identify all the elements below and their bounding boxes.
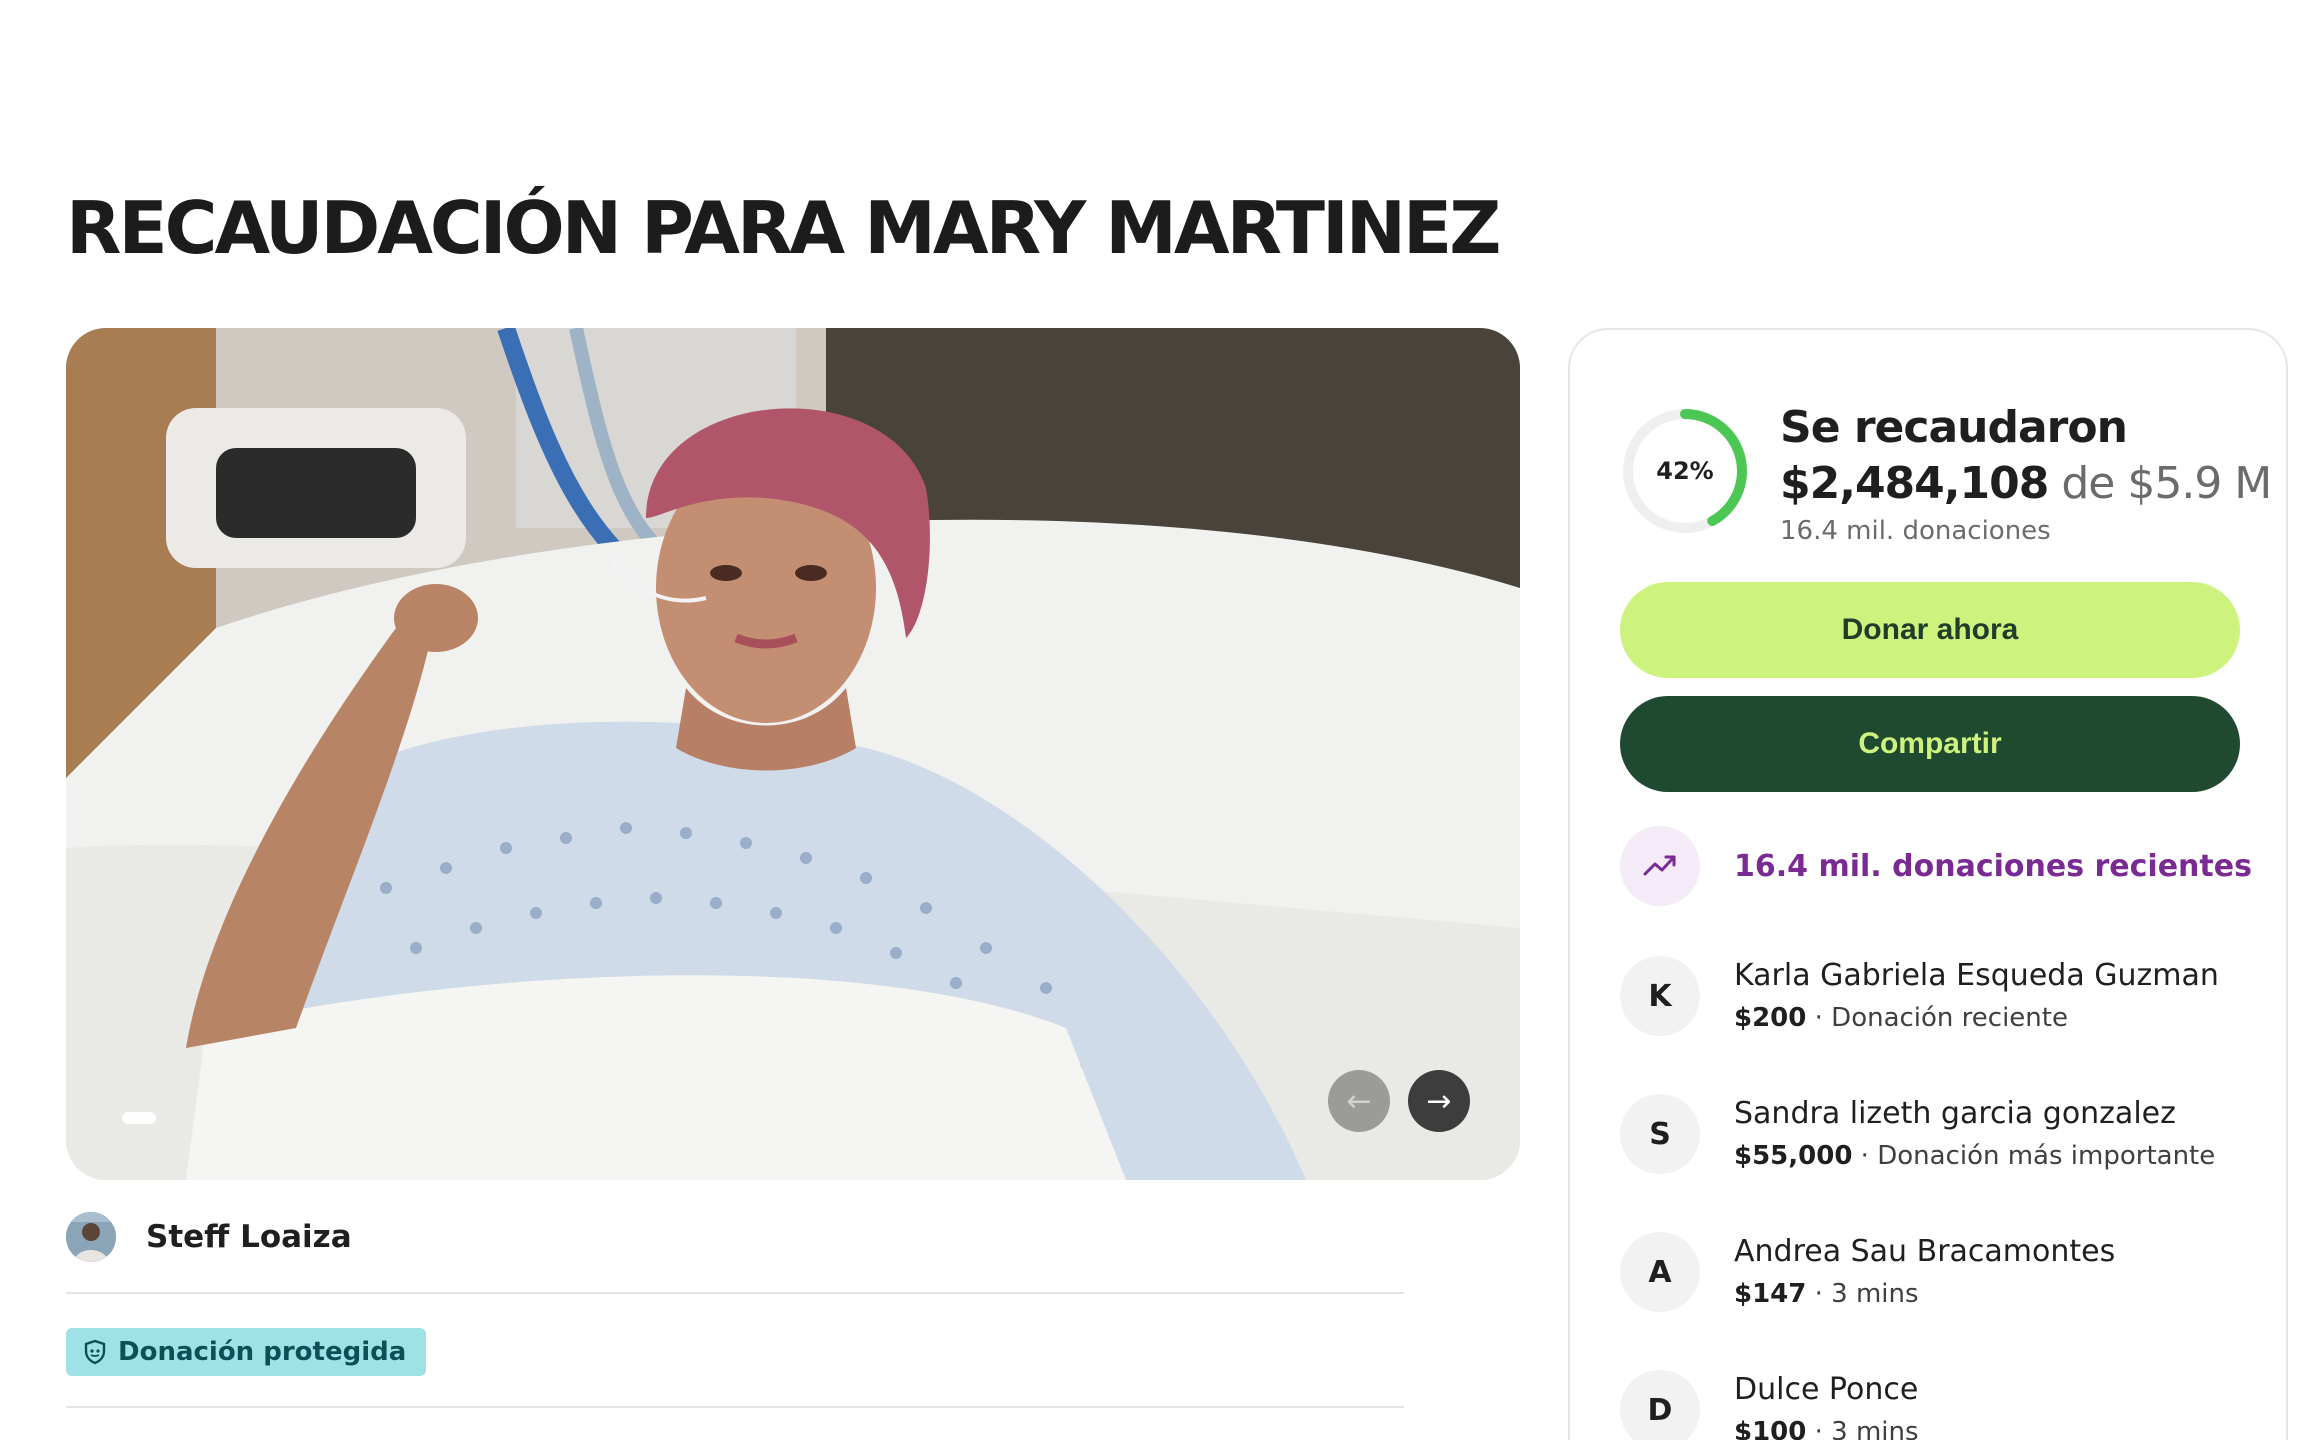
raised-heading: Se recaudaron: [1780, 402, 2128, 453]
raised-amount: $2,484,108: [1780, 458, 2049, 509]
donor-avatar: A: [1620, 1232, 1700, 1312]
donor-name: Andrea Sau Bracamontes: [1734, 1234, 2116, 1269]
recent-donations-link[interactable]: 16.4 mil. donaciones recientes: [1620, 826, 2252, 906]
donor-name: Dulce Ponce: [1734, 1372, 1919, 1407]
organizer-name: Steff Loaiza: [146, 1219, 352, 1255]
donor-amount: $100: [1734, 1417, 1807, 1440]
carousel-indicator[interactable]: [122, 1112, 156, 1124]
recent-donations-label: 16.4 mil. donaciones recientes: [1734, 848, 2252, 884]
donor-avatar: S: [1620, 1094, 1700, 1174]
progress-percent: 42%: [1656, 457, 1714, 485]
donor-note: · Donación reciente: [1806, 1003, 2068, 1033]
campaign-photo-carousel[interactable]: ← →: [66, 328, 1520, 1180]
share-button[interactable]: Compartir: [1620, 696, 2240, 792]
donor-amount: $200: [1734, 1003, 1807, 1033]
donor-note: · Donación más importante: [1852, 1141, 2216, 1171]
organizer[interactable]: Steff Loaiza: [66, 1212, 352, 1262]
donor-note: · 3 mins: [1806, 1279, 1919, 1309]
donate-button[interactable]: Donar ahora: [1620, 582, 2240, 678]
carousel-next-button[interactable]: →: [1408, 1070, 1470, 1132]
donor-amount: $147: [1734, 1279, 1807, 1309]
donor-item: K Karla Gabriela Esqueda Guzman $200 · D…: [1620, 956, 2219, 1036]
donation-summary-card: 42% Se recaudaron $2,484,108 de $5.9 M 1…: [1568, 328, 2288, 1440]
donation-count: 16.4 mil. donaciones: [1780, 516, 2051, 546]
carousel-prev-button[interactable]: ←: [1328, 1070, 1390, 1132]
campaign-photo: [66, 328, 1520, 1180]
donor-avatar: D: [1620, 1370, 1700, 1440]
donor-note: · 3 mins: [1806, 1417, 1919, 1440]
donor-name: Karla Gabriela Esqueda Guzman: [1734, 958, 2219, 993]
arrow-right-icon: →: [1426, 1083, 1452, 1119]
page-title: RECAUDACIÓN PARA MARY MARTINEZ: [66, 186, 1501, 270]
donor-avatar: K: [1620, 956, 1700, 1036]
raised-line: $2,484,108 de $5.9 M: [1780, 458, 2272, 509]
protected-donation-label: Donación protegida: [118, 1337, 407, 1367]
donor-item: S Sandra lizeth garcia gonzalez $55,000 …: [1620, 1094, 2215, 1174]
donor-name: Sandra lizeth garcia gonzalez: [1734, 1096, 2176, 1131]
donor-item: D Dulce Ponce $100 · 3 mins: [1620, 1370, 1919, 1440]
trending-up-icon: [1620, 826, 1700, 906]
divider: [66, 1406, 1404, 1408]
protected-donation-badge[interactable]: Donación protegida: [66, 1328, 427, 1376]
goal-amount: de $5.9 M: [2061, 458, 2272, 509]
divider: [66, 1292, 1404, 1294]
donor-amount: $55,000: [1734, 1141, 1853, 1171]
arrow-left-icon: ←: [1346, 1083, 1372, 1119]
donor-item: A Andrea Sau Bracamontes $147 · 3 mins: [1620, 1232, 2115, 1312]
shield-icon: [84, 1339, 106, 1365]
avatar: [66, 1212, 116, 1262]
